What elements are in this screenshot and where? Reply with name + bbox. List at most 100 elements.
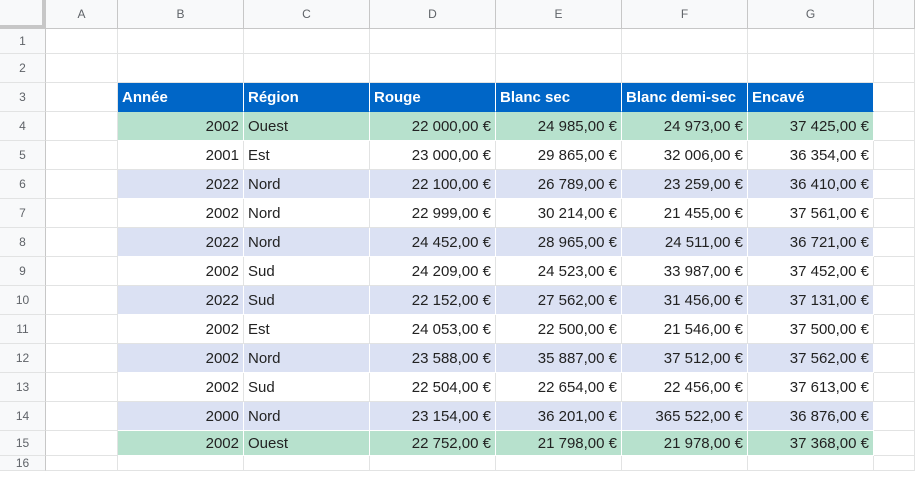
cell-f14[interactable]: 365 522,00 € bbox=[622, 402, 748, 431]
cell-h7[interactable] bbox=[874, 199, 915, 228]
cell-d16[interactable] bbox=[370, 456, 496, 471]
row-header-8[interactable]: 8 bbox=[0, 228, 46, 257]
cell-b16[interactable] bbox=[118, 456, 244, 471]
cell-e1[interactable] bbox=[496, 29, 622, 54]
row-header-13[interactable]: 13 bbox=[0, 373, 46, 402]
cell-f6[interactable]: 23 259,00 € bbox=[622, 170, 748, 199]
cell-a16[interactable] bbox=[46, 456, 118, 471]
row-header-14[interactable]: 14 bbox=[0, 402, 46, 431]
cell-c12[interactable]: Nord bbox=[244, 344, 370, 373]
cell-b5[interactable]: 2001 bbox=[118, 141, 244, 170]
cell-d15[interactable]: 22 752,00 € bbox=[370, 431, 496, 456]
cell-h12[interactable] bbox=[874, 344, 915, 373]
cell-d5[interactable]: 23 000,00 € bbox=[370, 141, 496, 170]
cell-f9[interactable]: 33 987,00 € bbox=[622, 257, 748, 286]
row-header-5[interactable]: 5 bbox=[0, 141, 46, 170]
cell-e10[interactable]: 27 562,00 € bbox=[496, 286, 622, 315]
cell-h13[interactable] bbox=[874, 373, 915, 402]
row-header-9[interactable]: 9 bbox=[0, 257, 46, 286]
table-header-d[interactable]: Rouge bbox=[370, 83, 496, 112]
cell-h8[interactable] bbox=[874, 228, 915, 257]
cell-h15[interactable] bbox=[874, 431, 915, 456]
cell-e12[interactable]: 35 887,00 € bbox=[496, 344, 622, 373]
cell-g10[interactable]: 37 131,00 € bbox=[748, 286, 874, 315]
cell-f4[interactable]: 24 973,00 € bbox=[622, 112, 748, 141]
cell-b10[interactable]: 2022 bbox=[118, 286, 244, 315]
cell-d2[interactable] bbox=[370, 54, 496, 83]
column-header-b[interactable]: B bbox=[118, 0, 244, 29]
select-all-corner[interactable] bbox=[0, 0, 46, 29]
cell-g7[interactable]: 37 561,00 € bbox=[748, 199, 874, 228]
row-header-11[interactable]: 11 bbox=[0, 315, 46, 344]
cell-a5[interactable] bbox=[46, 141, 118, 170]
cell-d7[interactable]: 22 999,00 € bbox=[370, 199, 496, 228]
cell-g6[interactable]: 36 410,00 € bbox=[748, 170, 874, 199]
cell-h14[interactable] bbox=[874, 402, 915, 431]
cell-b8[interactable]: 2022 bbox=[118, 228, 244, 257]
cell-c11[interactable]: Est bbox=[244, 315, 370, 344]
cell-g16[interactable] bbox=[748, 456, 874, 471]
cell-a2[interactable] bbox=[46, 54, 118, 83]
cell-f2[interactable] bbox=[622, 54, 748, 83]
cell-c7[interactable]: Nord bbox=[244, 199, 370, 228]
cell-c16[interactable] bbox=[244, 456, 370, 471]
cell-g12[interactable]: 37 562,00 € bbox=[748, 344, 874, 373]
cell-h11[interactable] bbox=[874, 315, 915, 344]
cell-b11[interactable]: 2002 bbox=[118, 315, 244, 344]
cell-a15[interactable] bbox=[46, 431, 118, 456]
cell-b7[interactable]: 2002 bbox=[118, 199, 244, 228]
row-header-3[interactable]: 3 bbox=[0, 83, 46, 112]
cell-g9[interactable]: 37 452,00 € bbox=[748, 257, 874, 286]
cell-e14[interactable]: 36 201,00 € bbox=[496, 402, 622, 431]
cell-f13[interactable]: 22 456,00 € bbox=[622, 373, 748, 402]
row-header-4[interactable]: 4 bbox=[0, 112, 46, 141]
row-header-6[interactable]: 6 bbox=[0, 170, 46, 199]
cell-c2[interactable] bbox=[244, 54, 370, 83]
cell-d14[interactable]: 23 154,00 € bbox=[370, 402, 496, 431]
cell-d12[interactable]: 23 588,00 € bbox=[370, 344, 496, 373]
cell-b4[interactable]: 2002 bbox=[118, 112, 244, 141]
row-header-15[interactable]: 15 bbox=[0, 431, 46, 456]
cell-g13[interactable]: 37 613,00 € bbox=[748, 373, 874, 402]
cell-e4[interactable]: 24 985,00 € bbox=[496, 112, 622, 141]
cell-g2[interactable] bbox=[748, 54, 874, 83]
cell-a8[interactable] bbox=[46, 228, 118, 257]
cell-b14[interactable]: 2000 bbox=[118, 402, 244, 431]
cell-e8[interactable]: 28 965,00 € bbox=[496, 228, 622, 257]
cell-c6[interactable]: Nord bbox=[244, 170, 370, 199]
cell-f16[interactable] bbox=[622, 456, 748, 471]
column-header-a[interactable]: A bbox=[46, 0, 118, 29]
cell-e5[interactable]: 29 865,00 € bbox=[496, 141, 622, 170]
cell-d6[interactable]: 22 100,00 € bbox=[370, 170, 496, 199]
table-header-c[interactable]: Région bbox=[244, 83, 370, 112]
cell-g1[interactable] bbox=[748, 29, 874, 54]
cell-h4[interactable] bbox=[874, 112, 915, 141]
cell-b9[interactable]: 2002 bbox=[118, 257, 244, 286]
table-header-f[interactable]: Blanc demi-sec bbox=[622, 83, 748, 112]
column-header-c[interactable]: C bbox=[244, 0, 370, 29]
cell-d4[interactable]: 22 000,00 € bbox=[370, 112, 496, 141]
row-header-2[interactable]: 2 bbox=[0, 54, 46, 83]
cell-h6[interactable] bbox=[874, 170, 915, 199]
cell-d1[interactable] bbox=[370, 29, 496, 54]
cell-e11[interactable]: 22 500,00 € bbox=[496, 315, 622, 344]
cell-a6[interactable] bbox=[46, 170, 118, 199]
cell-g15[interactable]: 37 368,00 € bbox=[748, 431, 874, 456]
cell-g11[interactable]: 37 500,00 € bbox=[748, 315, 874, 344]
cell-b15[interactable]: 2002 bbox=[118, 431, 244, 456]
column-header-d[interactable]: D bbox=[370, 0, 496, 29]
cell-a4[interactable] bbox=[46, 112, 118, 141]
cell-b1[interactable] bbox=[118, 29, 244, 54]
cell-d10[interactable]: 22 152,00 € bbox=[370, 286, 496, 315]
row-header-1[interactable]: 1 bbox=[0, 29, 46, 54]
cell-a12[interactable] bbox=[46, 344, 118, 373]
cell-c9[interactable]: Sud bbox=[244, 257, 370, 286]
cell-f7[interactable]: 21 455,00 € bbox=[622, 199, 748, 228]
cell-h5[interactable] bbox=[874, 141, 915, 170]
cell-d9[interactable]: 24 209,00 € bbox=[370, 257, 496, 286]
cell-e15[interactable]: 21 798,00 € bbox=[496, 431, 622, 456]
cell-a1[interactable] bbox=[46, 29, 118, 54]
cell-e7[interactable]: 30 214,00 € bbox=[496, 199, 622, 228]
cell-a7[interactable] bbox=[46, 199, 118, 228]
cell-g4[interactable]: 37 425,00 € bbox=[748, 112, 874, 141]
